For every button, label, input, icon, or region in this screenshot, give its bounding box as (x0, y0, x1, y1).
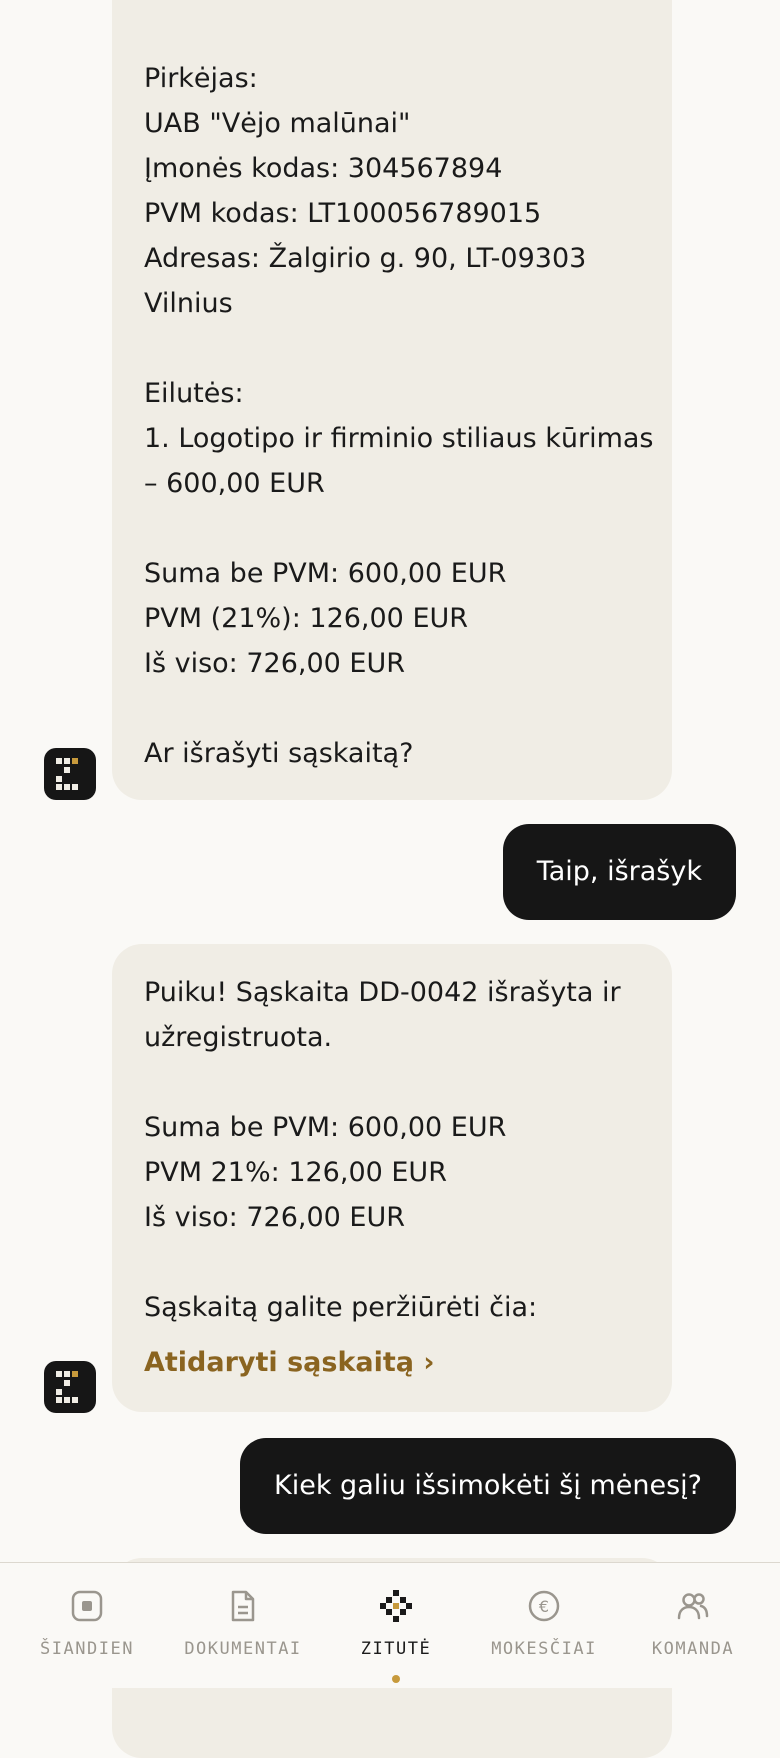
assistant-logo-icon (56, 1371, 78, 1403)
chat-thread: Pirkėjas: UAB "Vėjo malūnai" Įmonės koda… (0, 0, 780, 1758)
message-line: PVM (21%): 126,00 EUR (144, 603, 469, 634)
euro-icon: € (528, 1590, 560, 1622)
message-line: Pirkėjas: (144, 63, 258, 94)
assistant-message: Pirkėjas: UAB "Vėjo malūnai" Įmonės koda… (112, 0, 672, 800)
tab-label: KOMANDA (651, 1639, 735, 1659)
message-line: PVM 21%: 126,00 EUR (144, 1157, 447, 1188)
message-line: Iš viso: 726,00 EUR (144, 648, 405, 679)
tab-mokesciai[interactable]: € MOKESČIAI (466, 1563, 622, 1688)
message-line: užregistruota. (144, 1022, 333, 1053)
message-spacer (144, 1240, 640, 1285)
assistant-avatar (44, 1361, 96, 1413)
message-line: – 600,00 EUR (144, 468, 325, 499)
message-line: UAB "Vėjo malūnai" (144, 108, 411, 139)
active-tab-indicator (392, 1675, 400, 1683)
message-line: Ar išrašyti sąskaitą? (144, 738, 414, 769)
document-icon (231, 1590, 255, 1622)
open-invoice-link[interactable]: Atidaryti sąskaitą › (144, 1340, 640, 1385)
message-spacer (144, 1060, 640, 1105)
tab-label: ZITUTĖ (360, 1639, 432, 1659)
user-message: Kiek galiu išsimokėti šį mėnesį? (240, 1438, 736, 1534)
message-line: Vilnius (144, 288, 233, 319)
message-line: PVM kodas: LT100056789015 (144, 198, 542, 229)
tab-label: MOKESČIAI (491, 1639, 597, 1659)
today-icon (71, 1590, 103, 1622)
user-message: Taip, išrašyk (502, 824, 736, 920)
message-line: Įmonės kodas: 304567894 (144, 153, 503, 184)
message-line: Suma be PVM: 600,00 EUR (144, 1112, 507, 1143)
message-line: Iš viso: 726,00 EUR (144, 1202, 405, 1233)
message-line: Adresas: Žalgirio g. 90, LT-09303 (144, 243, 587, 274)
tab-label: DOKUMENTAI (184, 1639, 302, 1659)
team-icon (677, 1593, 709, 1620)
message-spacer (144, 506, 640, 551)
message-spacer (144, 326, 640, 371)
message-line: 1. Logotipo ir firminio stiliaus kūrimas (144, 423, 654, 454)
assistant-avatar (44, 748, 96, 800)
message-line: Eilutės: (144, 378, 244, 409)
tab-zitute[interactable]: ZITUTĖ (318, 1563, 474, 1688)
message-line: Puiku! Sąskaita DD-0042 išrašyta ir (144, 977, 621, 1008)
tab-label: ŠIANDIEN (40, 1639, 134, 1659)
message-line: Sąskaitą galite peržiūrėti čia: (144, 1292, 538, 1323)
tab-dokumentai[interactable]: DOKUMENTAI (165, 1563, 321, 1688)
svg-text:€: € (539, 1597, 549, 1616)
message-line: Suma be PVM: 600,00 EUR (144, 558, 507, 589)
tab-siandien[interactable]: ŠIANDIEN (9, 1563, 165, 1688)
bottom-tab-bar: ŠIANDIEN DOKUMENTAI ZITUTĖ € MOKESČIAI K… (0, 1562, 780, 1688)
assistant-logo-icon (56, 758, 78, 790)
assistant-icon (380, 1590, 412, 1622)
tab-komanda[interactable]: KOMANDA (615, 1563, 771, 1688)
assistant-message: Puiku! Sąskaita DD-0042 išrašyta ir užre… (112, 944, 672, 1412)
message-spacer (144, 686, 640, 731)
